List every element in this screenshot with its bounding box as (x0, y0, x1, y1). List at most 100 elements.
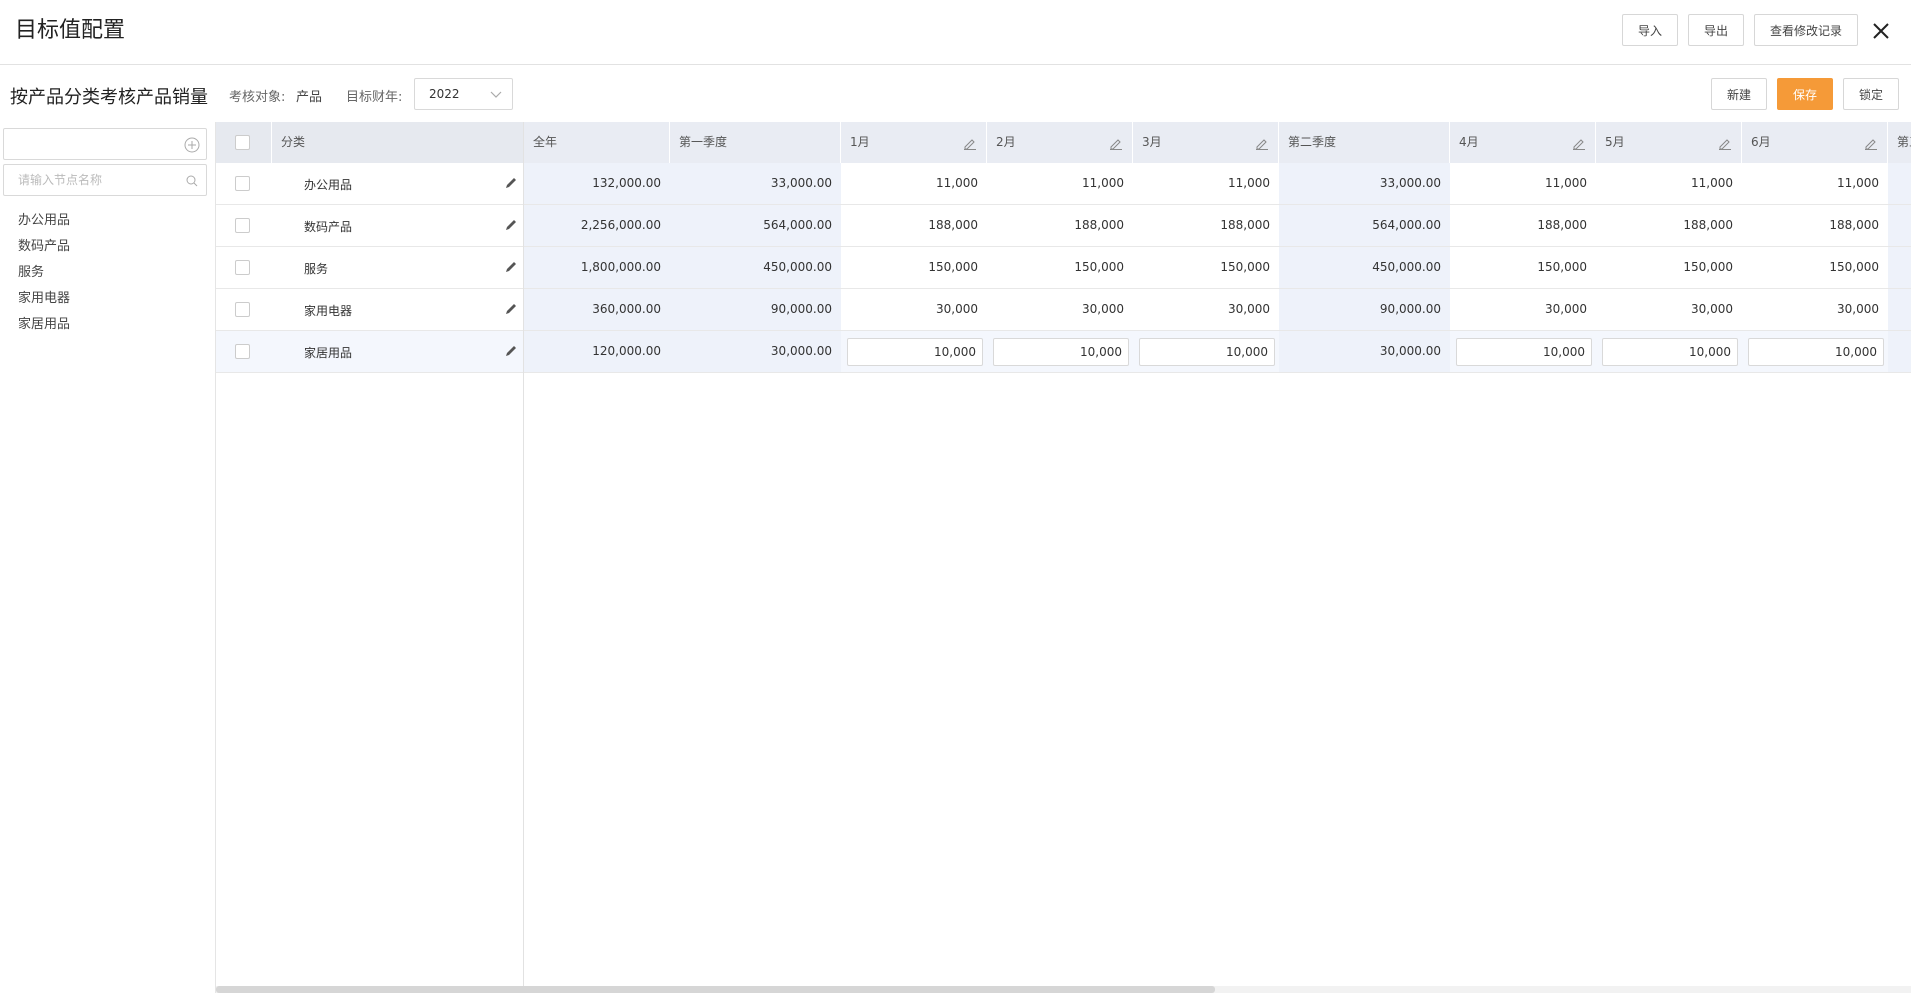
cell-m5[interactable]: 30,000 (1596, 289, 1742, 330)
cell-m2-input[interactable]: 10,000 (993, 338, 1129, 366)
edit-column-icon[interactable] (1718, 136, 1732, 150)
edit-row-icon[interactable] (504, 176, 518, 190)
cell-m6[interactable]: 150,000 (1742, 247, 1888, 288)
cell-m6[interactable]: 11,000 (1742, 163, 1888, 204)
cell-year-value: 2,256,000.00 (580, 218, 661, 232)
save-button[interactable]: 保存 (1777, 78, 1833, 110)
table-row-editing: 家居用品 120,000.00 30,000.00 10,000 10,000 … (216, 331, 1911, 373)
cell-m3[interactable]: 30,000 (1133, 289, 1279, 330)
tree-search-input[interactable]: 请输入节点名称 (3, 164, 207, 196)
cell-m5[interactable]: 188,000 (1596, 205, 1742, 246)
cell-m1[interactable]: 150,000 (841, 247, 987, 288)
cell-m4[interactable]: 188,000 (1450, 205, 1596, 246)
tree-item-digital[interactable]: 数码产品 (18, 235, 70, 254)
cell-m6-value: 30,000 (1837, 302, 1879, 316)
edit-column-icon[interactable] (1572, 136, 1586, 150)
edit-row-icon[interactable] (504, 260, 518, 274)
table-row: 家用电器 360,000.00 90,000.00 30,000 30,000 … (216, 289, 1911, 331)
cell-m4[interactable]: 150,000 (1450, 247, 1596, 288)
cell-m2[interactable]: 150,000 (987, 247, 1133, 288)
row-checkbox[interactable] (235, 302, 250, 317)
year-select[interactable]: 2022 (414, 78, 513, 110)
cell-m6-value: 188,000 (1829, 218, 1879, 232)
horizontal-scrollbar-thumb[interactable] (216, 986, 1215, 993)
cell-m2: 10,000 (987, 331, 1133, 372)
cell-m1-value: 30,000 (936, 302, 978, 316)
cell-m3-value: 11,000 (1228, 176, 1270, 190)
edit-column-icon[interactable] (963, 136, 977, 150)
close-icon[interactable] (1869, 19, 1893, 43)
edit-row-icon[interactable] (504, 344, 518, 358)
export-button[interactable]: 导出 (1688, 14, 1744, 46)
new-button[interactable]: 新建 (1711, 78, 1767, 110)
cell-m3[interactable]: 188,000 (1133, 205, 1279, 246)
select-all-checkbox[interactable] (235, 135, 250, 150)
cell-year-value: 360,000.00 (592, 302, 661, 316)
cell-q2-value: 450,000.00 (1372, 260, 1441, 274)
col-header-m6-label: 6月 (1751, 135, 1771, 149)
frozen-column-divider (523, 122, 524, 993)
cell-m5[interactable]: 150,000 (1596, 247, 1742, 288)
cell-m5[interactable]: 11,000 (1596, 163, 1742, 204)
cell-m6-input[interactable]: 10,000 (1748, 338, 1884, 366)
cell-m2[interactable]: 30,000 (987, 289, 1133, 330)
edit-column-icon[interactable] (1109, 136, 1123, 150)
edit-column-icon[interactable] (1255, 136, 1269, 150)
cell-m1: 10,000 (841, 331, 987, 372)
cell-m4[interactable]: 11,000 (1450, 163, 1596, 204)
cell-q2: 30,000.00 (1279, 331, 1450, 372)
cell-q2: 90,000.00 (1279, 289, 1450, 330)
row-checkbox[interactable] (235, 260, 250, 275)
view-history-button[interactable]: 查看修改记录 (1754, 14, 1858, 46)
plus-circle-icon[interactable] (184, 137, 200, 153)
tree-item-office[interactable]: 办公用品 (18, 209, 70, 228)
cell-q3 (1888, 247, 1911, 288)
row-checkbox[interactable] (235, 176, 250, 191)
cell-m4[interactable]: 30,000 (1450, 289, 1596, 330)
cell-m4-input-value: 10,000 (1543, 345, 1585, 359)
cell-q2: 564,000.00 (1279, 205, 1450, 246)
cell-m1[interactable]: 11,000 (841, 163, 987, 204)
cell-m3[interactable]: 150,000 (1133, 247, 1279, 288)
cell-q1-value: 33,000.00 (770, 176, 832, 190)
cell-q1: 450,000.00 (670, 247, 841, 288)
tree-item-home[interactable]: 家居用品 (18, 313, 70, 332)
cell-m5-input[interactable]: 10,000 (1602, 338, 1738, 366)
row-checkbox[interactable] (235, 218, 250, 233)
edit-row-icon[interactable] (504, 218, 518, 232)
config-subtitle: 按产品分类考核产品销量 (10, 87, 208, 108)
import-button[interactable]: 导入 (1622, 14, 1678, 46)
col-header-q3: 第三季度 (1888, 122, 1911, 163)
cell-m2-value: 188,000 (1074, 218, 1124, 232)
cell-m4-input[interactable]: 10,000 (1456, 338, 1592, 366)
cell-m3[interactable]: 11,000 (1133, 163, 1279, 204)
row-checkbox[interactable] (235, 344, 250, 359)
year-label: 目标财年: (346, 90, 403, 105)
cell-q2-value: 30,000.00 (1379, 344, 1441, 358)
col-header-category: 分类 (272, 122, 524, 163)
edit-column-icon[interactable] (1864, 136, 1878, 150)
cell-m3-value: 188,000 (1220, 218, 1270, 232)
col-header-m4-label: 4月 (1459, 135, 1479, 149)
edit-row-icon[interactable] (504, 302, 518, 316)
cell-m6[interactable]: 188,000 (1742, 205, 1888, 246)
cell-q2: 450,000.00 (1279, 247, 1450, 288)
cell-m6[interactable]: 30,000 (1742, 289, 1888, 330)
cell-m1[interactable]: 30,000 (841, 289, 987, 330)
cell-m1-input[interactable]: 10,000 (847, 338, 983, 366)
cell-q2-value: 564,000.00 (1372, 218, 1441, 232)
search-icon (186, 175, 198, 187)
cell-m1[interactable]: 188,000 (841, 205, 987, 246)
cell-m3-input[interactable]: 10,000 (1139, 338, 1275, 366)
toolbar: 按产品分类考核产品销量 考核对象: 产品 目标财年: 2022 新建 保存 锁定 (0, 66, 1911, 122)
lock-button[interactable]: 锁定 (1843, 78, 1899, 110)
tree-item-service[interactable]: 服务 (18, 261, 44, 280)
cell-m1-value: 150,000 (928, 260, 978, 274)
tree-item-appliance[interactable]: 家用电器 (18, 287, 70, 306)
cell-year-value: 1,800,000.00 (580, 260, 661, 274)
tree-add-input[interactable] (3, 128, 207, 160)
cell-m2[interactable]: 11,000 (987, 163, 1133, 204)
cell-m2[interactable]: 188,000 (987, 205, 1133, 246)
table-row: 服务 1,800,000.00 450,000.00 150,000 150,0… (216, 247, 1911, 289)
cell-m3: 10,000 (1133, 331, 1279, 372)
